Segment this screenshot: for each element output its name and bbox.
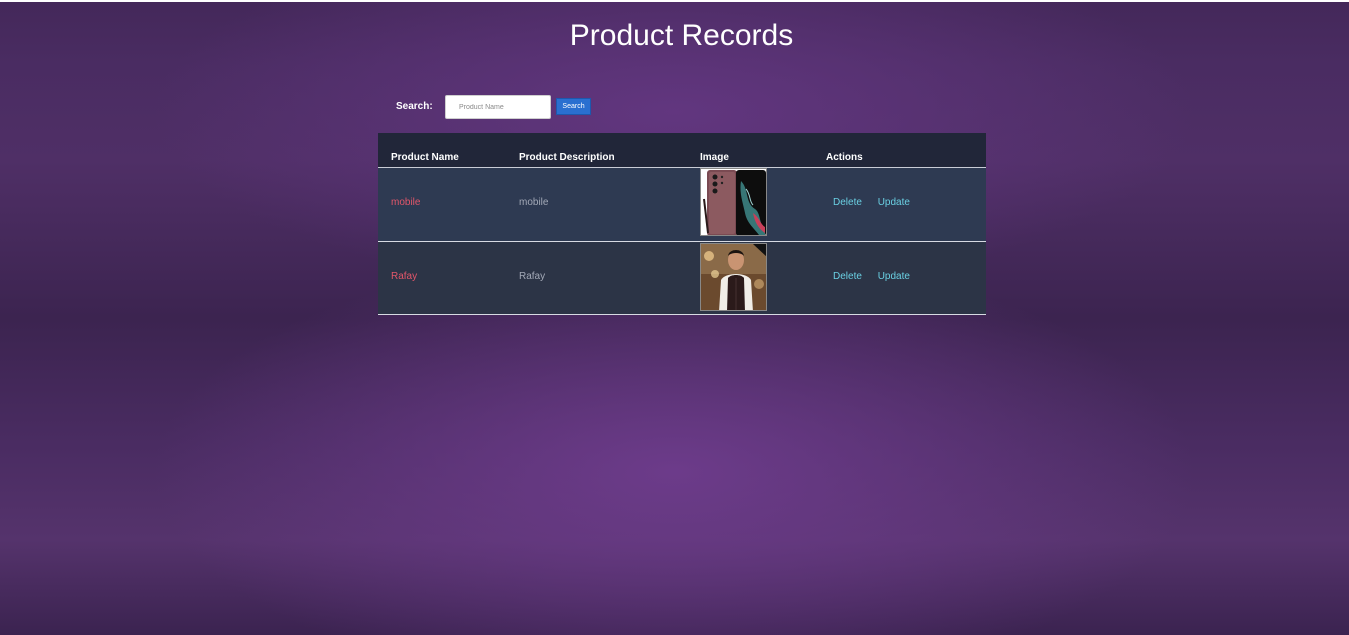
person-portrait-image xyxy=(700,243,767,311)
header-actions: Actions xyxy=(826,152,863,163)
delete-link[interactable]: Delete xyxy=(833,197,862,208)
product-description-cell: Rafay xyxy=(519,271,546,282)
header-product-name: Product Name xyxy=(391,152,459,163)
smartphone-product-image xyxy=(700,168,767,236)
row-actions: Delete Update xyxy=(833,271,923,282)
delete-link[interactable]: Delete xyxy=(833,271,862,282)
update-link[interactable]: Update xyxy=(878,271,910,282)
product-name-cell: Rafay xyxy=(391,271,418,282)
page-title: Product Records xyxy=(569,19,794,52)
page-background xyxy=(0,2,1349,635)
table-header: Product Name Product Description Image A… xyxy=(378,133,986,168)
table-row: Rafay Rafay Delete Update xyxy=(378,242,986,315)
product-description-cell: mobile xyxy=(519,197,549,208)
header-product-description: Product Description xyxy=(519,152,615,163)
smartphone-image-graphic xyxy=(701,169,766,235)
product-name-cell: mobile xyxy=(391,197,421,208)
row-actions: Delete Update xyxy=(833,197,923,208)
table-row: mobile mobile Delete Update xyxy=(378,168,986,242)
search-button[interactable]: Search xyxy=(556,98,591,115)
portrait-image-graphic xyxy=(701,244,766,310)
search-label: Search: xyxy=(396,101,433,112)
update-link[interactable]: Update xyxy=(878,197,910,208)
search-input[interactable] xyxy=(445,95,551,119)
product-table: Product Name Product Description Image A… xyxy=(378,133,986,315)
header-image: Image xyxy=(700,152,729,163)
